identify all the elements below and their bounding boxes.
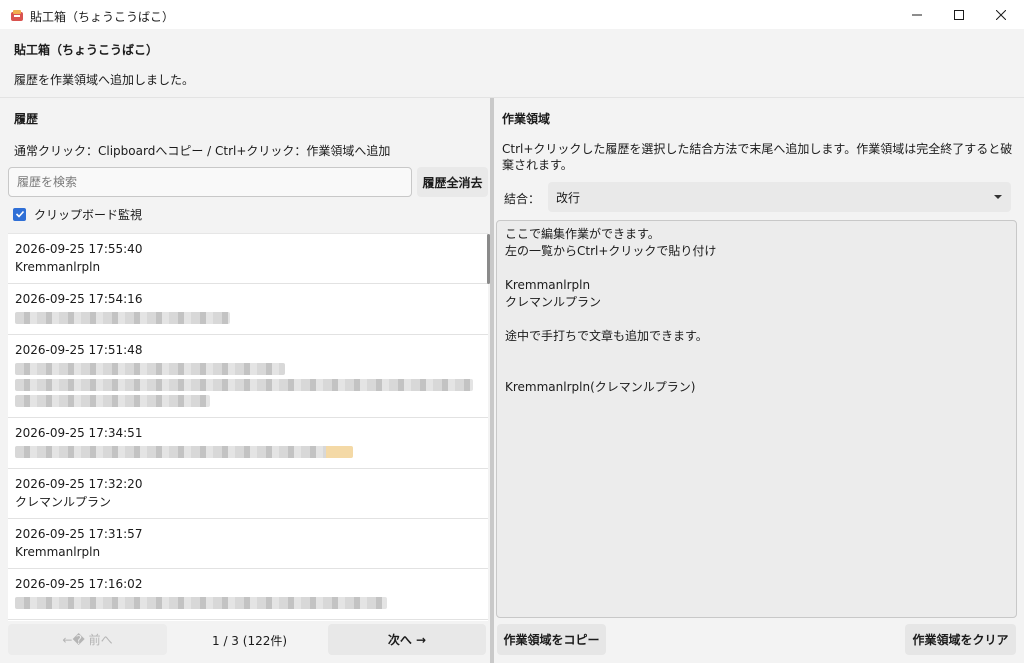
list-item[interactable]: 2026-09-25 17:32:20 クレマンルプラン: [8, 469, 488, 519]
list-item[interactable]: 2026-09-25 17:34:51: [8, 418, 488, 469]
list-item-text: Kremmanlrpln: [15, 545, 101, 559]
list-item-timestamp: 2026-09-25 17:34:51: [15, 426, 143, 440]
workspace-title: 作業領域: [502, 112, 551, 126]
blurred-text: [15, 312, 230, 324]
clear-workspace-button[interactable]: 作業領域をクリア: [905, 624, 1016, 655]
list-item-timestamp: 2026-09-25 17:54:16: [15, 292, 143, 306]
workspace-hint: Ctrl+クリックした履歴を選択した結合方法で末尾へ追加します。作業領域は完全終…: [502, 142, 1013, 172]
list-item[interactable]: 2026-09-25 17:31:57 Kremmanlrpln: [8, 519, 488, 569]
combine-select[interactable]: 改行: [548, 182, 1011, 212]
combine-label: 結合：: [504, 192, 541, 206]
history-search-input[interactable]: [8, 167, 412, 197]
blurred-text: [15, 363, 285, 375]
window-title: 貼工箱（ちょうこうばこ）: [30, 10, 175, 24]
page-info: 1 / 3 (122件): [212, 634, 288, 648]
app-title: 貼工箱（ちょうこうばこ）: [14, 43, 159, 57]
list-item-timestamp: 2026-09-25 17:51:48: [15, 343, 143, 357]
checkbox-checked-icon[interactable]: [13, 207, 26, 221]
maximize-button[interactable]: [936, 0, 982, 29]
maximize-icon: [954, 9, 964, 20]
workspace-editor[interactable]: ここで編集作業ができます。 左の一覧からCtrl+クリックで貼り付け Kremm…: [496, 220, 1017, 618]
clear-history-button[interactable]: 履歴全消去: [417, 167, 488, 197]
list-item-timestamp: 2026-09-25 17:16:02: [15, 577, 143, 591]
list-item[interactable]: 2026-09-25 17:54:16: [8, 284, 488, 335]
blurred-text: [15, 446, 353, 458]
list-item-timestamp: 2026-09-25 17:55:40: [15, 242, 143, 256]
status-message: 履歴を作業領域へ追加しました。: [14, 73, 195, 87]
list-item-timestamp: 2026-09-25 17:31:57: [15, 527, 143, 541]
list-item[interactable]: 2026-09-25 17:51:48: [8, 335, 488, 418]
history-list: 2026-09-25 17:55:40 Kremmanlrpln 2026-09…: [8, 233, 488, 621]
list-item-text: クレマンルプラン: [15, 495, 112, 509]
copy-workspace-button[interactable]: 作業領域をコピー: [497, 624, 606, 655]
close-button[interactable]: [978, 0, 1024, 29]
next-page-button[interactable]: 次へ →: [328, 624, 486, 655]
workspace-pane: 作業領域 Ctrl+クリックした履歴を選択した結合方法で末尾へ追加します。作業領…: [494, 98, 1024, 663]
close-icon: [996, 9, 1006, 20]
title-bar: 貼工箱（ちょうこうばこ）: [0, 0, 1024, 29]
minimize-button[interactable]: [894, 0, 940, 29]
chevron-down-icon: [994, 195, 1002, 199]
minimize-icon: [912, 14, 922, 15]
history-hint: 通常クリック：Clipboardへコピー / Ctrl+クリック：作業領域へ追加: [14, 144, 391, 158]
history-pane: 履歴 通常クリック：Clipboardへコピー / Ctrl+クリック：作業領域…: [0, 98, 490, 663]
app-icon: [11, 10, 23, 21]
list-item-text: Kremmanlrpln: [15, 260, 101, 274]
clipboard-monitor-checkbox[interactable]: クリップボード監視: [13, 206, 142, 222]
combine-selected-value: 改行: [556, 190, 581, 205]
blurred-text: [15, 597, 387, 609]
clipboard-monitor-label: クリップボード監視: [34, 207, 143, 222]
history-title: 履歴: [14, 112, 39, 126]
prev-page-button[interactable]: ←� 前へ: [8, 624, 167, 655]
list-item[interactable]: 2026-09-25 17:55:40 Kremmanlrpln: [8, 234, 488, 284]
header: 貼工箱（ちょうこうばこ） 履歴を作業領域へ追加しました。: [0, 29, 1024, 98]
list-item-timestamp: 2026-09-25 17:32:20: [15, 477, 143, 491]
blurred-text: [15, 395, 210, 407]
blurred-text: [15, 379, 473, 391]
list-item[interactable]: 2026-09-25 17:16:02: [8, 569, 488, 620]
